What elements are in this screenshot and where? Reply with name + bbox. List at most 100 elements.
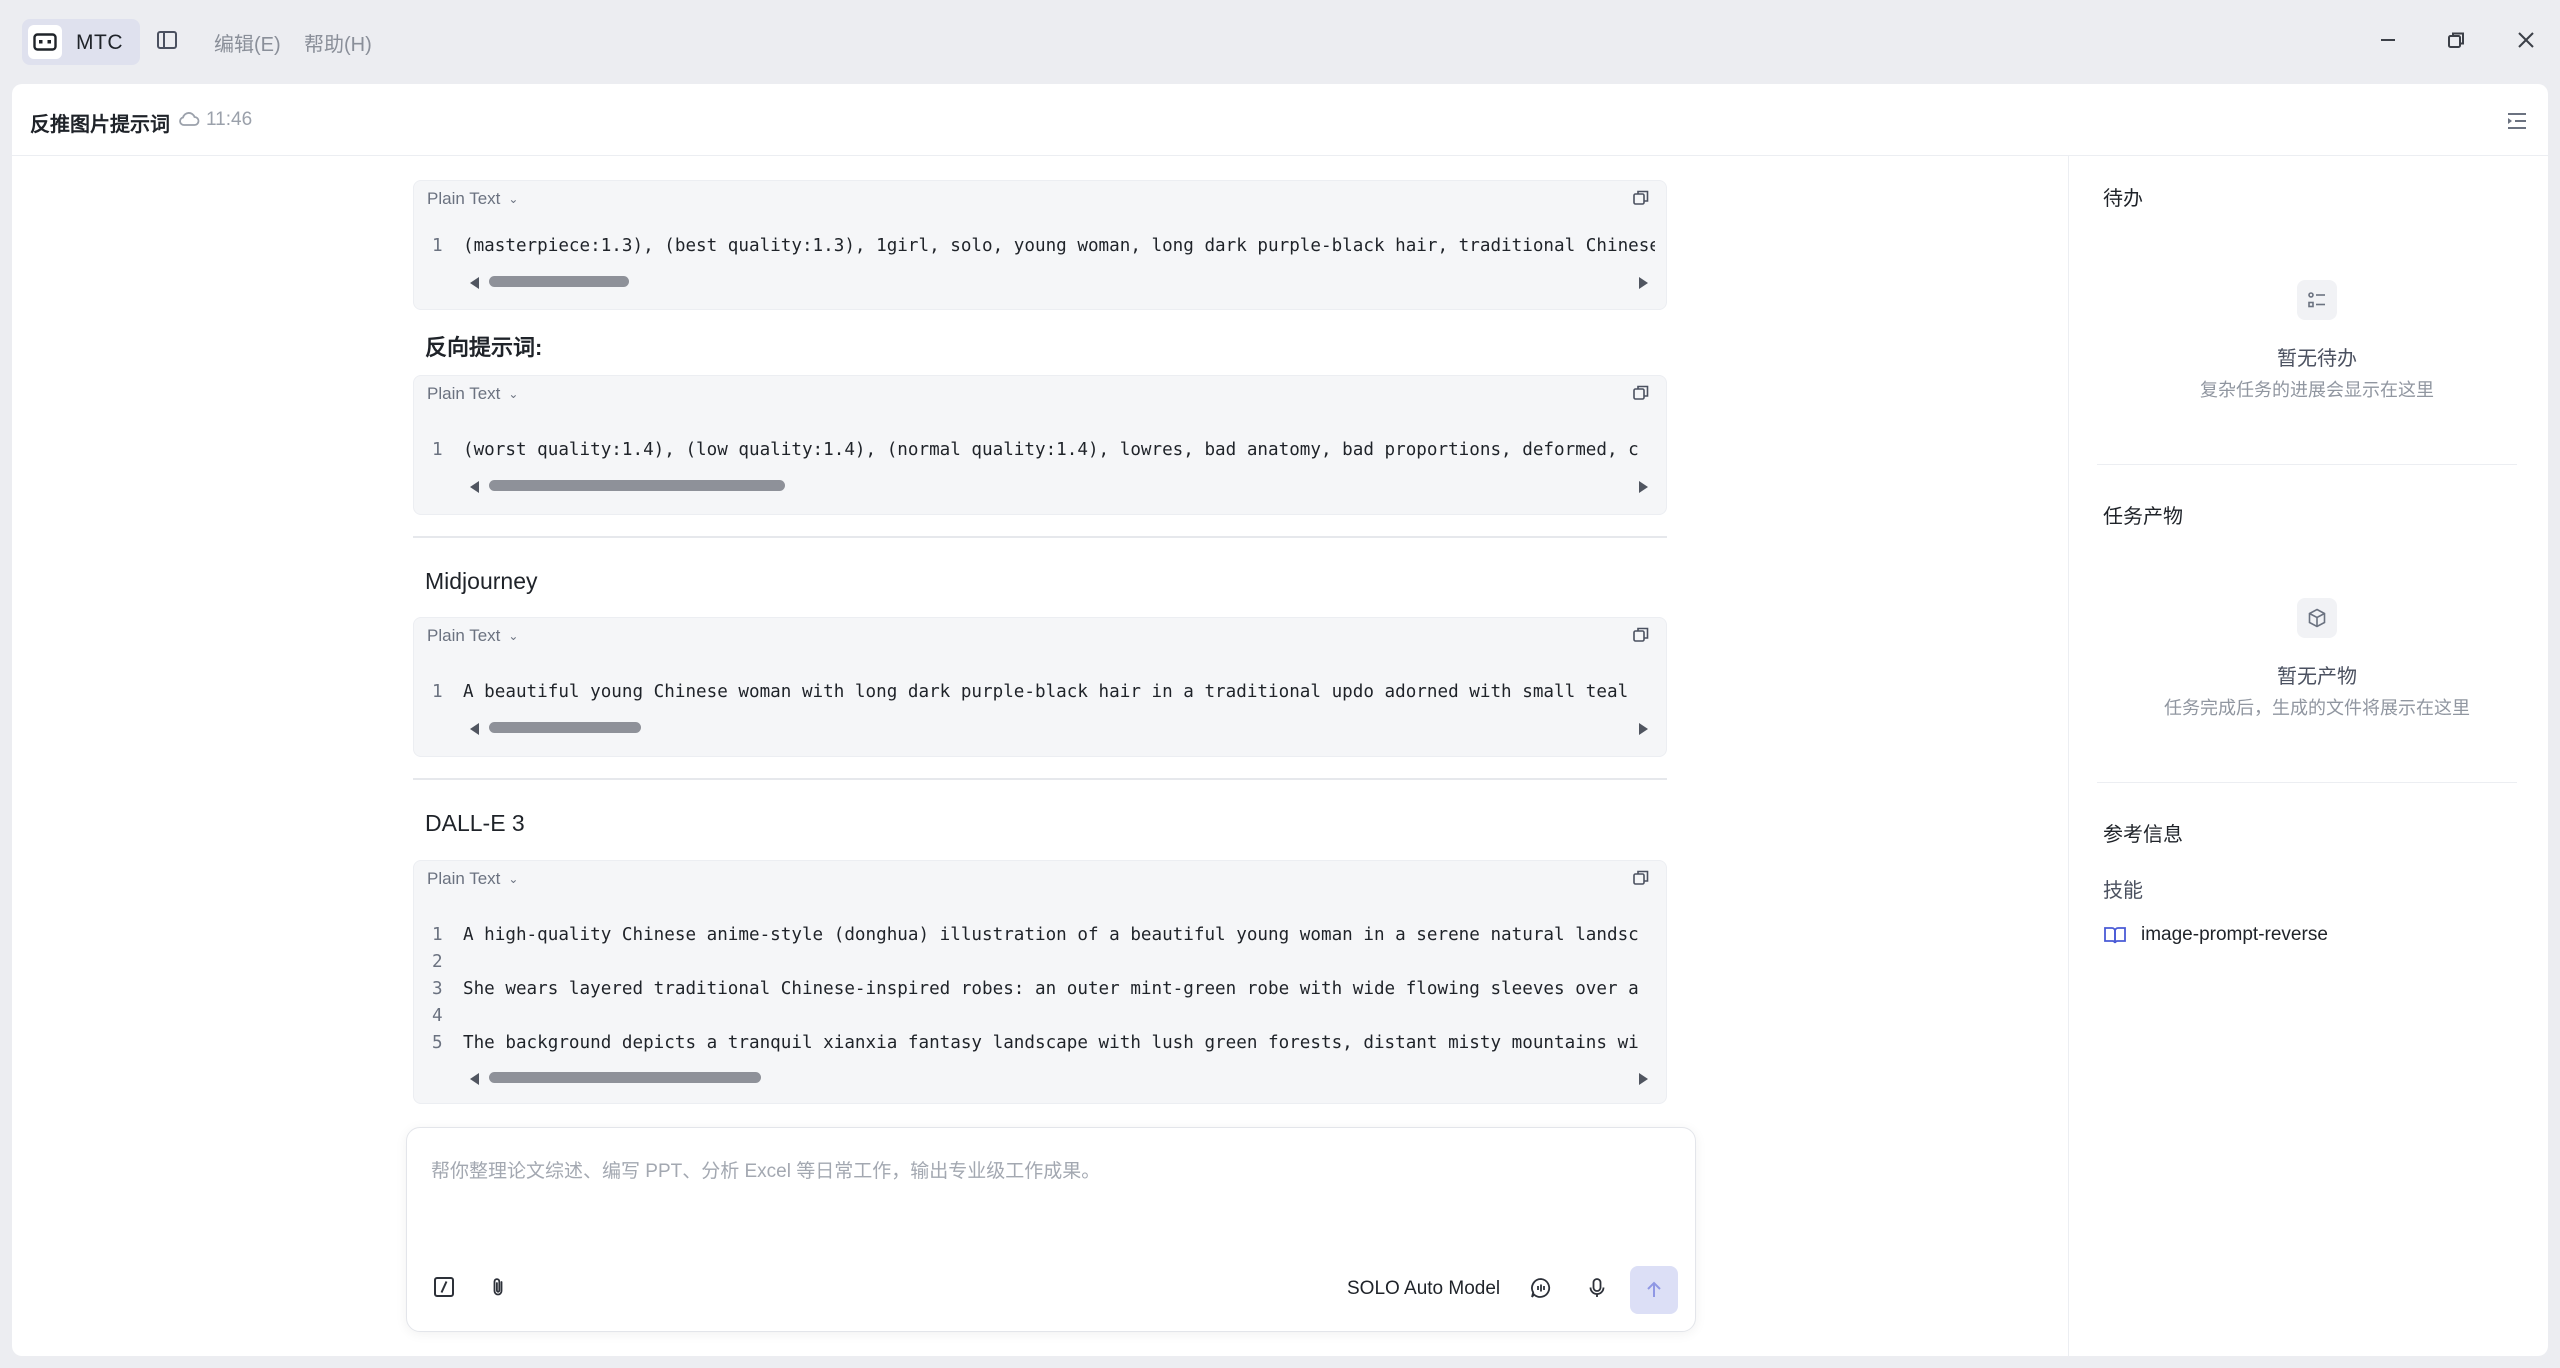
section-title-midjourney: Midjourney <box>425 568 538 594</box>
code-language-select[interactable]: Plain Text ⌄ <box>427 384 518 404</box>
attachment-icon[interactable] <box>487 1276 511 1300</box>
copy-icon[interactable] <box>1632 626 1650 644</box>
scrollbar-thumb[interactable] <box>489 1072 761 1083</box>
sync-time: 11:46 <box>206 109 253 130</box>
artifacts-empty-hint: 任务完成后，生成的文件将展示在这里 <box>2164 698 2470 718</box>
copy-icon[interactable] <box>1632 869 1650 887</box>
voice-chat-icon[interactable] <box>1529 1276 1553 1300</box>
code-line: 1 A beautiful young Chinese woman with l… <box>414 682 1668 706</box>
message-composer[interactable]: 帮你整理论文综述、编写 PPT、分析 Excel 等日常工作，输出专业级工作成果… <box>406 1127 1696 1332</box>
scroll-right-icon[interactable] <box>1639 1073 1648 1085</box>
chevron-down-icon: ⌄ <box>508 629 519 643</box>
conversation-title: 反推图片提示词 <box>30 114 170 136</box>
code-line: 5 The background depicts a tranquil xian… <box>414 1033 1668 1057</box>
code-block: Plain Text ⌄ 1 (masterpiece:1.3), (best … <box>413 180 1667 310</box>
slash-command-icon[interactable] <box>433 1276 457 1300</box>
code-block: Plain Text ⌄ 1 A beautiful young Chinese… <box>413 617 1667 757</box>
menu-edit[interactable]: 编辑(E) <box>214 28 281 57</box>
skills-label: 技能 <box>2103 880 2143 902</box>
artifacts-title: 任务产物 <box>2103 506 2183 528</box>
horizontal-scrollbar[interactable] <box>414 273 1668 291</box>
code-language-select[interactable]: Plain Text ⌄ <box>427 626 518 646</box>
code-text: A high-quality Chinese anime-style (dong… <box>463 925 1639 945</box>
code-line: 3 She wears layered traditional Chinese-… <box>414 979 1668 1003</box>
section-divider <box>413 536 1667 538</box>
scroll-left-icon[interactable] <box>470 481 479 493</box>
checklist-icon <box>2297 280 2337 320</box>
line-number: 4 <box>432 1006 443 1026</box>
line-number: 1 <box>432 682 443 702</box>
code-line: 1 A high-quality Chinese anime-style (do… <box>414 925 1668 949</box>
conversation-header: 反推图片提示词 11:46 <box>12 84 2548 156</box>
close-icon[interactable] <box>2514 28 2538 52</box>
todo-empty-title: 暂无待办 <box>2277 348 2357 370</box>
code-text: The background depicts a tranquil xianxi… <box>463 1033 1639 1053</box>
scroll-right-icon[interactable] <box>1639 723 1648 735</box>
send-button[interactable] <box>1630 1266 1678 1314</box>
scrollbar-thumb[interactable] <box>489 722 641 733</box>
right-sidebar: 待办 暂无待办 复杂任务的进展会显示在这里 任务产物 暂无产物 任务完成后，生成… <box>2068 156 2548 1356</box>
section-title-dalle: DALL-E 3 <box>425 810 525 836</box>
title-bar: MTC 编辑(E) 帮助(H) <box>0 0 2560 84</box>
skill-name: image-prompt-reverse <box>2141 924 2328 945</box>
chevron-down-icon: ⌄ <box>508 872 519 886</box>
code-text: She wears layered traditional Chinese-in… <box>463 979 1639 999</box>
minimize-icon[interactable] <box>2376 28 2400 52</box>
scrollbar-thumb[interactable] <box>489 276 629 287</box>
horizontal-scrollbar[interactable] <box>414 719 1668 737</box>
code-block: Plain Text ⌄ 1 (worst quality:1.4), (low… <box>413 375 1667 515</box>
code-line: 4 <box>414 1006 1668 1030</box>
code-block: Plain Text ⌄ 1 A high-quality Chinese an… <box>413 860 1667 1104</box>
code-line: 1 (worst quality:1.4), (low quality:1.4)… <box>414 440 1668 464</box>
code-language-label: Plain Text <box>427 869 501 888</box>
main-panel: 反推图片提示词 11:46 Plain Text ⌄ 1 (masterpiec… <box>12 84 2548 1356</box>
horizontal-scrollbar[interactable] <box>414 477 1668 495</box>
restore-icon[interactable] <box>2444 28 2468 52</box>
code-line: 1 (masterpiece:1.3), (best quality:1.3),… <box>414 236 1668 260</box>
chevron-down-icon: ⌄ <box>508 387 519 401</box>
book-icon <box>2104 927 2126 944</box>
menu-help[interactable]: 帮助(H) <box>304 28 372 57</box>
microphone-icon[interactable] <box>1585 1276 1609 1300</box>
sidebar-divider <box>2097 464 2517 465</box>
horizontal-scrollbar[interactable] <box>414 1069 1668 1087</box>
app-logo-icon <box>28 25 62 59</box>
sidebar-toggle-icon[interactable] <box>156 29 180 53</box>
line-number: 5 <box>432 1033 443 1053</box>
model-selector[interactable]: SOLO Auto Model <box>1347 1278 1500 1300</box>
scrollbar-thumb[interactable] <box>489 480 785 491</box>
sidebar-divider <box>2097 782 2517 783</box>
code-line: 2 <box>414 952 1668 976</box>
scroll-left-icon[interactable] <box>470 723 479 735</box>
copy-icon[interactable] <box>1632 189 1650 207</box>
code-language-label: Plain Text <box>427 384 501 403</box>
section-divider <box>413 778 1667 780</box>
line-number: 3 <box>432 979 443 999</box>
composer-input[interactable]: 帮你整理论文综述、编写 PPT、分析 Excel 等日常工作，输出专业级工作成果… <box>431 1156 1100 1183</box>
app-tab-label: MTC <box>76 31 123 54</box>
scroll-right-icon[interactable] <box>1639 277 1648 289</box>
code-text: (worst quality:1.4), (low quality:1.4), … <box>463 440 1639 460</box>
code-text: A beautiful young Chinese woman with lon… <box>463 682 1629 702</box>
line-number: 2 <box>432 952 443 972</box>
code-text: (masterpiece:1.3), (best quality:1.3), 1… <box>463 236 1655 256</box>
code-language-label: Plain Text <box>427 189 501 208</box>
outline-toggle-icon[interactable] <box>2506 110 2528 132</box>
code-language-select[interactable]: Plain Text ⌄ <box>427 869 518 889</box>
chevron-down-icon: ⌄ <box>508 192 519 206</box>
arrow-up-icon <box>1647 1281 1661 1297</box>
scroll-left-icon[interactable] <box>470 277 479 289</box>
skill-item[interactable]: image-prompt-reverse <box>2103 921 2328 949</box>
reference-title: 参考信息 <box>2103 824 2183 846</box>
todo-empty-hint: 复杂任务的进展会显示在这里 <box>2200 380 2434 400</box>
app-tab[interactable]: MTC <box>22 19 140 65</box>
copy-icon[interactable] <box>1632 384 1650 402</box>
package-icon <box>2297 598 2337 638</box>
scroll-left-icon[interactable] <box>470 1073 479 1085</box>
scroll-right-icon[interactable] <box>1639 481 1648 493</box>
todo-title: 待办 <box>2103 188 2143 210</box>
line-number: 1 <box>432 440 443 460</box>
artifacts-empty-title: 暂无产物 <box>2277 666 2357 688</box>
code-language-label: Plain Text <box>427 626 501 645</box>
code-language-select[interactable]: Plain Text ⌄ <box>427 189 518 209</box>
